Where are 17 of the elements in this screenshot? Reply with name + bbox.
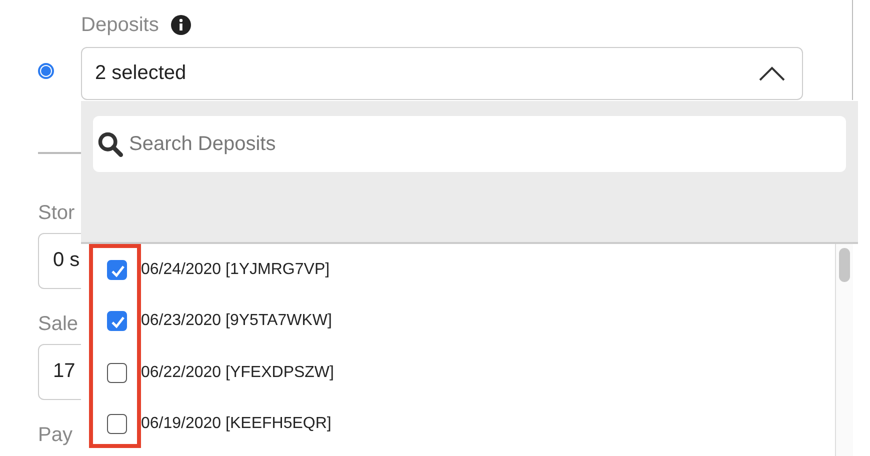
field-label: Pay bbox=[38, 424, 72, 446]
info-icon[interactable] bbox=[170, 15, 191, 35]
scrollbar[interactable] bbox=[835, 244, 853, 456]
field-label: Sale bbox=[38, 312, 78, 336]
field-label: Deposits bbox=[81, 14, 159, 36]
radio-button[interactable] bbox=[38, 63, 54, 79]
option-label[interactable]: 06/24/2020 [1YJMRG7VP] bbox=[141, 260, 330, 279]
option-label[interactable]: 06/23/2020 [9Y5TA7WKW] bbox=[141, 312, 332, 330]
search-field[interactable]: Search Deposits bbox=[93, 116, 846, 172]
checkbox[interactable] bbox=[107, 260, 127, 280]
checkbox[interactable] bbox=[107, 362, 127, 383]
checkbox[interactable] bbox=[107, 311, 127, 332]
option-label[interactable]: 06/22/2020 [YFEXDPSZW] bbox=[141, 364, 334, 382]
option-label[interactable]: 06/19/2020 [KEEFH5EQR] bbox=[141, 415, 332, 434]
field-label: Stor bbox=[38, 202, 75, 224]
checkbox[interactable] bbox=[107, 414, 127, 434]
deposits-dropdown[interactable]: 2 selected bbox=[81, 47, 803, 100]
